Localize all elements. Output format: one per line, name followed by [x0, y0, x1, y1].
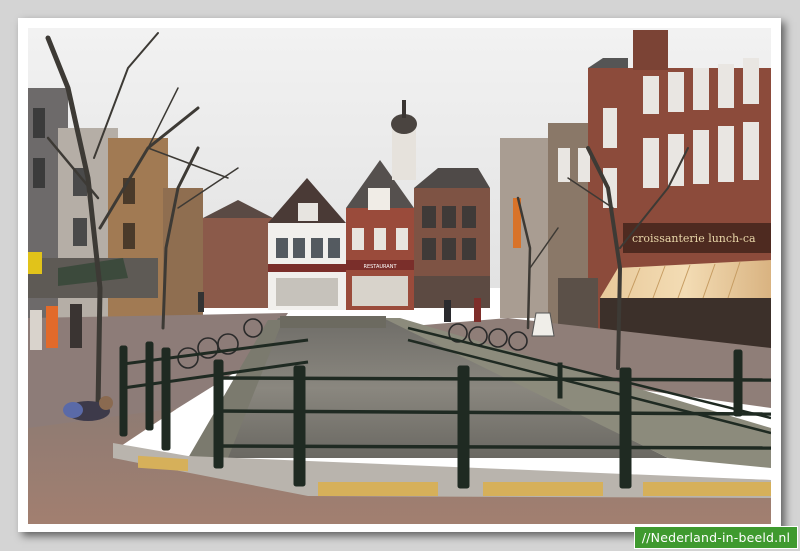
sandwich-board	[531, 312, 555, 337]
canal-street-photo: RESTAURANT croissanterie lunch-ca	[28, 28, 771, 524]
canal-bridge-wall	[280, 316, 386, 328]
restaurant-sign: RESTAURANT	[363, 264, 397, 270]
watermark-badge[interactable]: //Nederland-in-beeld.nl	[634, 526, 798, 549]
shop-sign: croissanterie lunch-ca	[632, 232, 756, 245]
